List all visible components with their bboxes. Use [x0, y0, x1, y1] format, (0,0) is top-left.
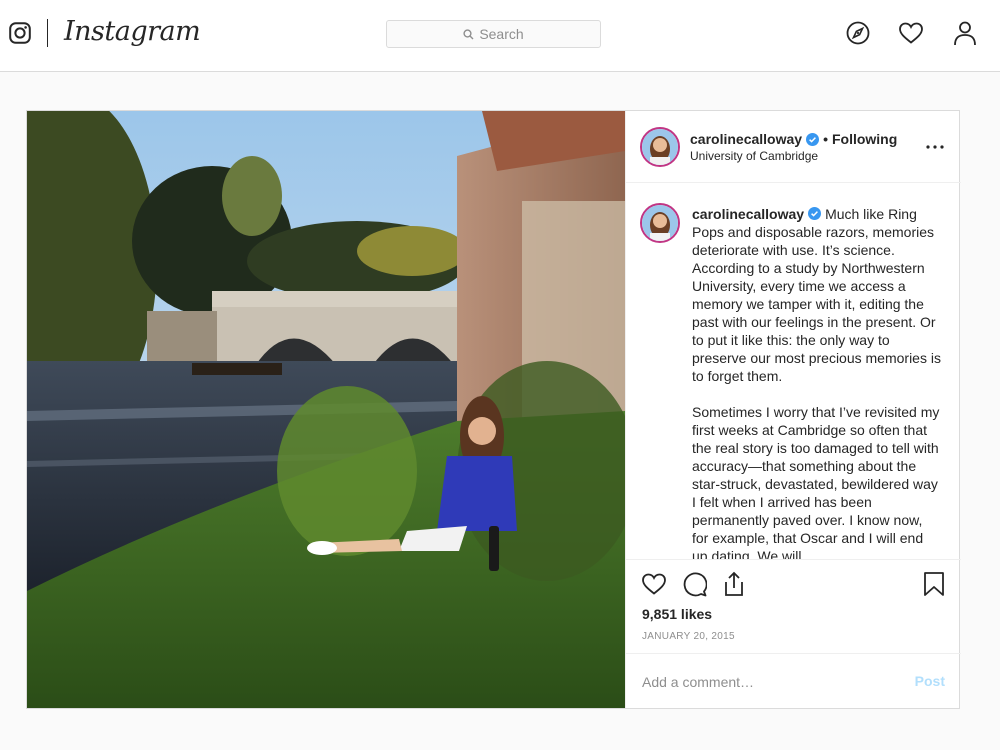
- separator-dot: •: [823, 131, 828, 147]
- instagram-glyph-icon[interactable]: [9, 22, 31, 44]
- post-actions: 9,851 likes JANUARY 20, 2015: [626, 559, 961, 653]
- profile-icon[interactable]: [952, 20, 978, 46]
- search-icon: [463, 28, 474, 40]
- avatar[interactable]: [640, 127, 680, 167]
- instagram-wordmark[interactable]: Instagram: [64, 16, 201, 47]
- caption-username[interactable]: carolinecalloway: [692, 206, 804, 222]
- comment-icon[interactable]: [680, 570, 708, 598]
- post-sidebar: carolinecalloway • Following University …: [625, 111, 961, 708]
- post-date[interactable]: JANUARY 20, 2015: [642, 631, 735, 642]
- caption-verified-icon: [808, 207, 822, 220]
- logo-divider: [47, 19, 48, 47]
- search-input[interactable]: Search: [386, 20, 601, 48]
- author-username[interactable]: carolinecalloway: [690, 131, 802, 147]
- like-heart-icon[interactable]: [640, 570, 668, 598]
- caption-avatar[interactable]: [640, 203, 680, 243]
- bookmark-icon[interactable]: [920, 570, 948, 598]
- heart-icon[interactable]: [898, 20, 924, 46]
- caption-text: Much like Ring Pops and disposable razor…: [692, 206, 941, 559]
- share-icon[interactable]: [720, 570, 748, 598]
- verified-badge-icon: [806, 132, 820, 146]
- post-card: carolinecalloway • Following University …: [26, 110, 961, 709]
- add-comment-bar: Post: [626, 653, 961, 708]
- likes-count[interactable]: 9,851 likes: [642, 606, 712, 622]
- post-location[interactable]: University of Cambridge: [690, 149, 818, 163]
- post-header: carolinecalloway • Following University …: [626, 111, 961, 183]
- post-author: carolinecalloway • Following: [690, 131, 897, 147]
- top-nav: Instagram Search: [0, 0, 1000, 72]
- more-options-icon[interactable]: [925, 137, 945, 157]
- following-button[interactable]: Following: [832, 131, 897, 147]
- comments-section[interactable]: carolinecalloway Much like Ring Pops and …: [626, 183, 961, 559]
- post-photo[interactable]: [27, 111, 625, 708]
- post-caption: carolinecalloway Much like Ring Pops and …: [692, 205, 942, 559]
- explore-icon[interactable]: [845, 20, 871, 46]
- comment-input[interactable]: [642, 672, 882, 692]
- post-comment-button[interactable]: Post: [915, 673, 945, 689]
- search-placeholder: Search: [479, 26, 524, 42]
